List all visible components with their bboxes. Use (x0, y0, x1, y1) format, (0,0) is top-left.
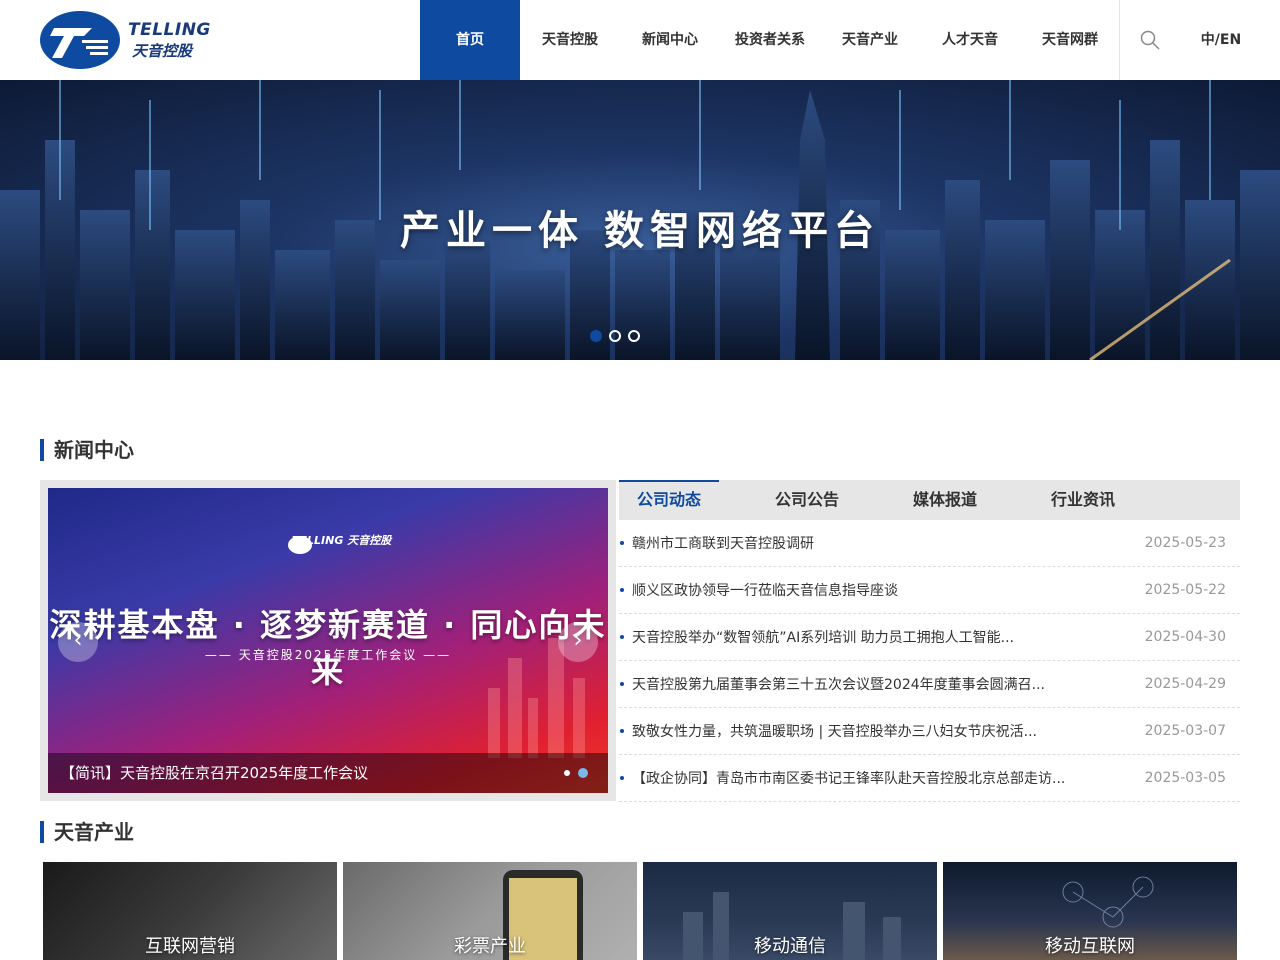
banner-dot[interactable] (590, 330, 602, 342)
news-item[interactable]: 天音控股第九届董事会第三十五次会议暨2024年度董事会圆满召... 2025-04… (619, 661, 1240, 708)
slide-logo-text: TELLING 天音控股 (292, 534, 392, 547)
tab-announcements[interactable]: 公司公告 (757, 480, 857, 520)
news-item-date: 2025-03-07 (1144, 723, 1226, 739)
industry-card-label: 互联网营销 (145, 936, 235, 957)
bullet-icon (620, 541, 624, 545)
nav-network[interactable]: 天音网群 (1020, 0, 1120, 80)
news-item-title: 天音控股第九届董事会第三十五次会议暨2024年度董事会圆满召... (632, 677, 1045, 693)
news-item-title: 致敬女性力量，共筑温暖职场 | 天音控股举办三八妇女节庆祝活... (632, 724, 1037, 740)
bullet-icon (620, 682, 624, 686)
industry-card-label: 移动通信 (754, 936, 826, 957)
chevron-right-icon: › (573, 628, 583, 653)
bullet-icon (620, 635, 624, 639)
slider-next-button[interactable]: › (558, 622, 598, 662)
banner-title: 产业一体 数智网络平台 (400, 208, 880, 254)
news-item[interactable]: 致敬女性力量，共筑温暖职场 | 天音控股举办三八妇女节庆祝活... 2025-03… (619, 708, 1240, 755)
tab-company-news[interactable]: 公司动态 (619, 480, 719, 520)
bullet-icon (620, 588, 624, 592)
tab-media-reports[interactable]: 媒体报道 (895, 480, 995, 520)
header: TELLING 天音控股 首页 天音控股 新闻中心 投资者关系 天音产业 人才天… (0, 0, 1280, 80)
slide-subline: —— 天音控股2025年度工作会议 —— (204, 648, 452, 662)
tab-industry-info[interactable]: 行业资讯 (1033, 480, 1133, 520)
industry-section-title: 天音产业 (40, 821, 134, 843)
chevron-left-icon: ‹ (73, 628, 83, 653)
search-button[interactable] (1119, 0, 1179, 80)
news-item-title: 赣州市工商联到天音控股调研 (632, 536, 814, 552)
news-item-date: 2025-05-22 (1144, 582, 1226, 598)
news-item-date: 2025-03-05 (1144, 770, 1226, 786)
logo-text-en: TELLING (128, 20, 211, 40)
news-slider: TELLING 天音控股 深耕基本盘 · 逐梦新赛道 · 同心向未来 —— 天音… (40, 480, 616, 801)
industry-card-mobile-internet[interactable]: 移动互联网 (943, 862, 1237, 960)
news-tabs: 公司动态 公司公告 媒体报道 行业资讯 (619, 480, 1240, 520)
nav-talent[interactable]: 人才天音 (920, 0, 1020, 80)
slider-pagination (564, 768, 588, 778)
banner-pagination (590, 330, 640, 342)
bullet-icon (620, 776, 624, 780)
bullet-icon (620, 729, 624, 733)
search-icon (1140, 30, 1160, 50)
industry-card-lottery[interactable]: 彩票产业 (343, 862, 637, 960)
news-item[interactable]: 顺义区政协领导一行莅临天音信息指导座谈 2025-05-22 (619, 567, 1240, 614)
news-item-title: 顺义区政协领导一行莅临天音信息指导座谈 (632, 583, 898, 599)
slider-dot[interactable] (564, 770, 570, 776)
slide-caption[interactable]: 【简讯】天音控股在京召开2025年度工作会议 (48, 753, 608, 793)
slider-dot[interactable] (578, 768, 588, 778)
news-list: 赣州市工商联到天音控股调研 2025-05-23 顺义区政协领导一行莅临天音信息指… (619, 520, 1240, 802)
industry-card-mobile-communication[interactable]: 移动通信 (643, 862, 937, 960)
industry-card-label: 彩票产业 (454, 936, 526, 957)
news-section-title: 新闻中心 (40, 439, 134, 461)
news-item[interactable]: 赣州市工商联到天音控股调研 2025-05-23 (619, 520, 1240, 567)
news-item-title: 天音控股举办“数智领航”AI系列培训 助力员工拥抱人工智能... (632, 630, 1015, 646)
hero-banner: 产业一体 数智网络平台 (0, 80, 1280, 360)
news-item[interactable]: 天音控股举办“数智领航”AI系列培训 助力员工拥抱人工智能... 2025-04-… (619, 614, 1240, 661)
nav-investor[interactable]: 投资者关系 (720, 0, 820, 80)
news-item[interactable]: 【政企协同】青岛市市南区委书记王锋率队赴天音控股北京总部走访... 2025-03… (619, 755, 1240, 802)
nav-industry[interactable]: 天音产业 (820, 0, 920, 80)
banner-dot[interactable] (609, 330, 621, 342)
news-item-date: 2025-05-23 (1144, 535, 1226, 551)
language-switch[interactable]: 中/EN (1196, 0, 1246, 80)
news-item-date: 2025-04-29 (1144, 676, 1226, 692)
company-logo[interactable]: TELLING 天音控股 (40, 10, 210, 70)
banner-dot[interactable] (628, 330, 640, 342)
logo-text-cn: 天音控股 (132, 42, 193, 60)
nav-company[interactable]: 天音控股 (520, 0, 620, 80)
news-slide-image[interactable]: TELLING 天音控股 深耕基本盘 · 逐梦新赛道 · 同心向未来 —— 天音… (48, 488, 608, 793)
logo-emblem-icon (40, 11, 120, 69)
industry-cards: 互联网营销 彩票产业 移动通信 移动互联网 (43, 862, 1237, 960)
main-nav: 首页 天音控股 新闻中心 投资者关系 天音产业 人才天音 天音网群 (420, 0, 1120, 80)
news-item-date: 2025-04-30 (1144, 629, 1226, 645)
industry-card-label: 移动互联网 (1045, 936, 1135, 957)
nav-news[interactable]: 新闻中心 (620, 0, 720, 80)
slide-caption-text: 【简讯】天音控股在京召开2025年度工作会议 (60, 764, 369, 782)
slider-prev-button[interactable]: ‹ (58, 622, 98, 662)
industry-card-internet-marketing[interactable]: 互联网营销 (43, 862, 337, 960)
nav-home[interactable]: 首页 (420, 0, 520, 80)
news-item-title: 【政企协同】青岛市市南区委书记王锋率队赴天音控股北京总部走访... (632, 771, 1066, 787)
